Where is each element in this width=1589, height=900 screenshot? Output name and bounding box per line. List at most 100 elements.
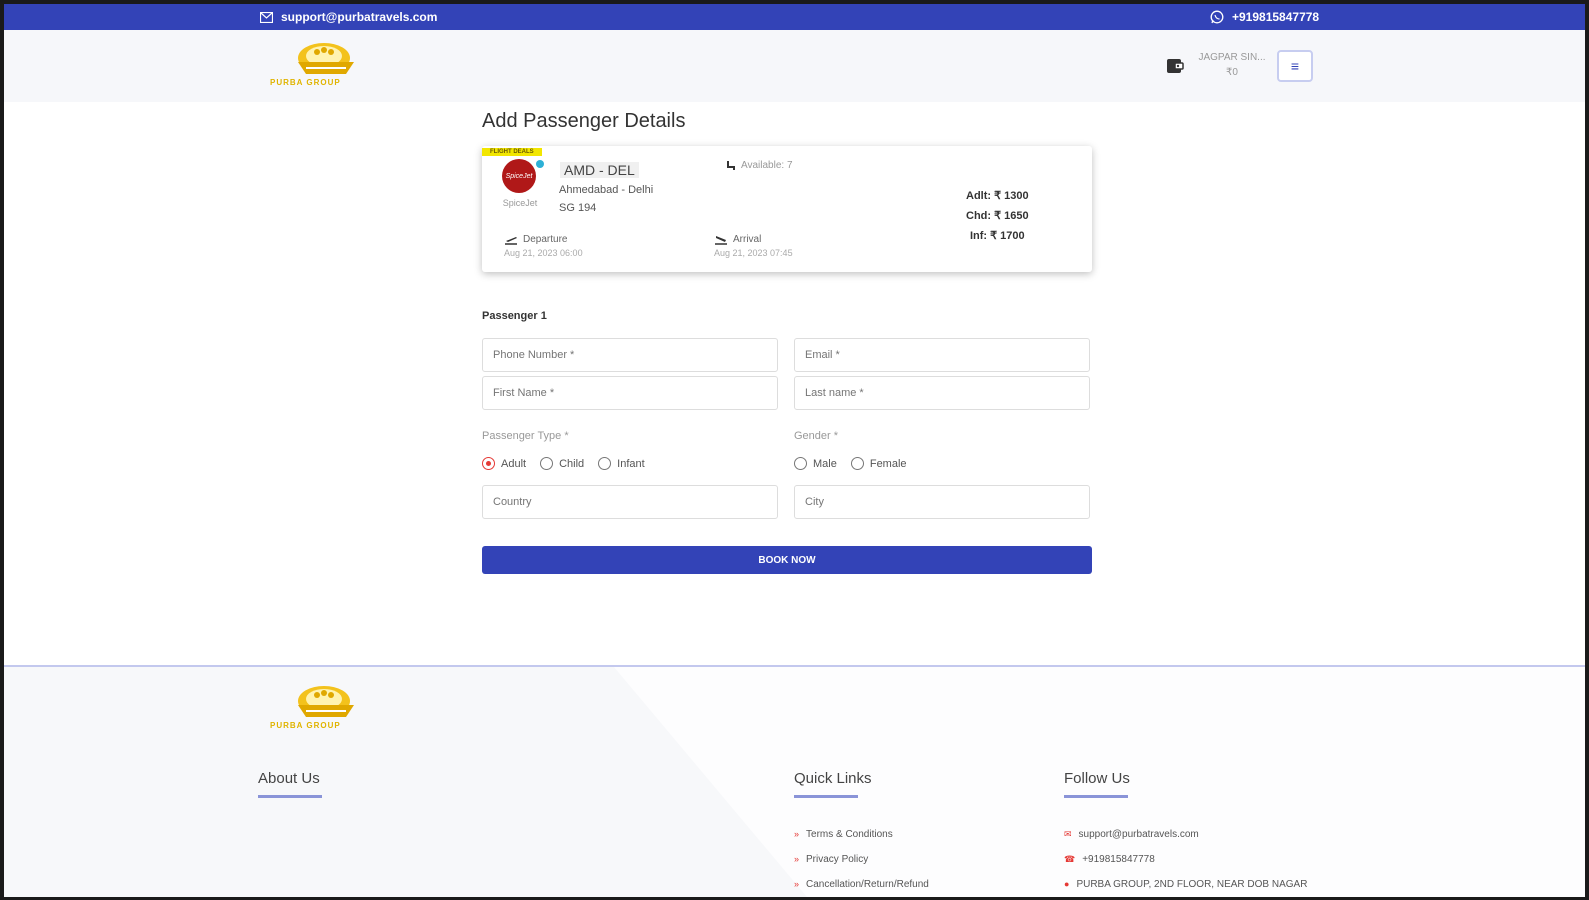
last-name-input[interactable]	[794, 376, 1090, 410]
site-footer: PURBA GROUP About Us Quick Links » Terms …	[4, 665, 1585, 897]
footer-link-privacy[interactable]: » Privacy Policy	[794, 847, 929, 872]
topbar-email-text: support@purbatravels.com	[281, 10, 438, 24]
topbar-phone[interactable]: +919815847778	[1210, 10, 1319, 24]
menu-icon: ≡	[1290, 58, 1300, 74]
passenger-heading: Passenger 1	[482, 310, 547, 322]
passenger-type-radio-group: Adult Child Infant	[482, 457, 645, 470]
radio-female[interactable]: Female	[850, 457, 907, 470]
email-input[interactable]	[794, 338, 1090, 372]
follow-underline	[1064, 795, 1128, 798]
follow-section: Follow Us	[1064, 770, 1130, 798]
footer-logo-text: PURBA GROUP	[270, 721, 341, 730]
mail-icon	[260, 11, 273, 23]
adult-fare: Adlt: ₹ 1300	[966, 190, 1029, 202]
gender-radio-group: Male Female	[794, 457, 907, 470]
footer-contact-phone[interactable]: ☎ +919815847778	[1064, 847, 1307, 872]
landing-icon	[715, 236, 727, 245]
browser-viewport: support@purbatravels.com +919815847778 P…	[4, 4, 1585, 897]
footer-link-cancellation[interactable]: » Cancellation/Return/Refund	[794, 872, 929, 897]
radio-child[interactable]: Child	[540, 457, 584, 470]
footer-link-privacy-label: Privacy Policy	[806, 854, 869, 865]
flight-cities: Ahmedabad - Delhi	[559, 184, 654, 196]
arrival-label: Arrival	[733, 234, 762, 245]
radio-female-label: Female	[869, 457, 907, 470]
deal-badge: FLIGHT DEALS	[482, 148, 542, 156]
user-name: JAGPAR SIN...	[1198, 52, 1266, 63]
site-header: PURBA GROUP JAGPAR SIN... ₹0 ≡	[4, 30, 1585, 102]
gender-label: Gender *	[794, 430, 839, 442]
menu-button[interactable]: ≡	[1277, 50, 1313, 82]
brand-logo[interactable]: PURBA GROUP	[262, 38, 382, 94]
location-pin-icon: ●	[1064, 879, 1070, 889]
radio-infant[interactable]: Infant	[598, 457, 645, 470]
radio-male[interactable]: Male	[794, 457, 837, 470]
phone-number-input[interactable]	[482, 338, 778, 372]
departure-label: Departure	[523, 234, 568, 245]
radio-female-circle[interactable]	[850, 457, 864, 470]
phone-icon: ☎	[1064, 854, 1076, 864]
footer-contact-phone-text: +919815847778	[1082, 854, 1155, 865]
seat-availability-text: Available: 7	[741, 160, 793, 171]
footer-contact-email-text: support@purbatravels.com	[1078, 829, 1199, 840]
city-input[interactable]	[794, 485, 1090, 519]
radio-adult[interactable]: Adult	[482, 457, 526, 470]
quick-links-underline	[794, 795, 858, 798]
chevron-right-icon: »	[794, 854, 800, 864]
flight-number: SG 194	[559, 202, 597, 214]
fare-list: Adlt: ₹ 1300 Chd: ₹ 1650 Inf: ₹ 1700	[966, 186, 1029, 246]
logo-text: PURBA GROUP	[270, 78, 341, 87]
about-heading: About Us	[258, 770, 320, 787]
user-account[interactable]: JAGPAR SIN... ₹0	[1192, 50, 1272, 80]
first-name-input[interactable]	[482, 376, 778, 410]
chevron-right-icon: »	[794, 829, 800, 839]
airline-status-dot	[536, 160, 544, 168]
radio-infant-label: Infant	[617, 457, 645, 470]
topbar-email[interactable]: support@purbatravels.com	[260, 10, 437, 24]
seat-icon	[727, 161, 735, 170]
quick-links-heading: Quick Links	[794, 770, 872, 787]
ship-logo-icon	[298, 686, 354, 717]
footer-link-cancellation-label: Cancellation/Return/Refund	[806, 879, 929, 890]
country-input[interactable]	[482, 485, 778, 519]
arrival-time: Aug 21, 2023 07:45	[714, 248, 793, 258]
infant-fare: Inf: ₹ 1700	[969, 230, 1025, 242]
ship-logo-icon	[298, 43, 354, 74]
footer-contact-address: ● PURBA GROUP, 2ND FLOOR, NEAR DOB NAGAR	[1064, 872, 1307, 897]
top-contact-bar: support@purbatravels.com +919815847778	[4, 4, 1585, 30]
passenger-type-label: Passenger Type *	[482, 430, 569, 442]
radio-child-circle[interactable]	[540, 457, 554, 470]
airline-name: SpiceJet	[502, 198, 538, 208]
mail-icon: ✉	[1064, 829, 1072, 839]
quick-links-section: Quick Links	[794, 770, 872, 798]
about-section: About Us	[258, 770, 322, 798]
page-title: Add Passenger Details	[482, 110, 686, 132]
quick-links-list: » Terms & Conditions » Privacy Policy » Can…	[794, 822, 929, 897]
topbar-phone-text: +919815847778	[1232, 10, 1320, 24]
footer-link-terms[interactable]: » Terms & Conditions	[794, 822, 929, 847]
footer-contact-address-text: PURBA GROUP, 2ND FLOOR, NEAR DOB NAGAR	[1076, 879, 1308, 890]
user-balance: ₹0	[1226, 67, 1238, 78]
radio-male-label: Male	[813, 457, 837, 470]
airline-logo: SpiceJet	[502, 159, 536, 193]
follow-heading: Follow Us	[1064, 770, 1130, 787]
seat-availability: Available: 7	[726, 160, 793, 171]
book-now-button[interactable]: BOOK NOW	[482, 546, 1092, 574]
about-underline	[258, 795, 322, 798]
child-fare: Chd: ₹ 1650	[966, 210, 1029, 222]
takeoff-icon	[505, 237, 517, 245]
arrival-info: Arrival Aug 21, 2023 07:45	[714, 234, 793, 258]
flight-summary-card: FLIGHT DEALS SpiceJet SpiceJet AMD - DEL…	[482, 146, 1092, 272]
departure-info: Departure Aug 21, 2023 06:00	[504, 234, 583, 258]
wallet-icon	[1167, 59, 1184, 73]
wallet-button[interactable]	[1166, 58, 1184, 79]
flight-route: AMD - DEL	[560, 162, 639, 178]
radio-adult-circle[interactable]	[482, 457, 495, 470]
footer-contact-email[interactable]: ✉ support@purbatravels.com	[1064, 822, 1307, 847]
radio-infant-circle[interactable]	[598, 457, 612, 470]
radio-adult-label: Adult	[501, 457, 527, 470]
footer-logo[interactable]: PURBA GROUP	[262, 681, 382, 737]
departure-time: Aug 21, 2023 06:00	[504, 248, 583, 258]
whatsapp-icon	[1210, 10, 1224, 24]
radio-child-label: Child	[559, 457, 585, 470]
radio-male-circle[interactable]	[794, 457, 807, 470]
